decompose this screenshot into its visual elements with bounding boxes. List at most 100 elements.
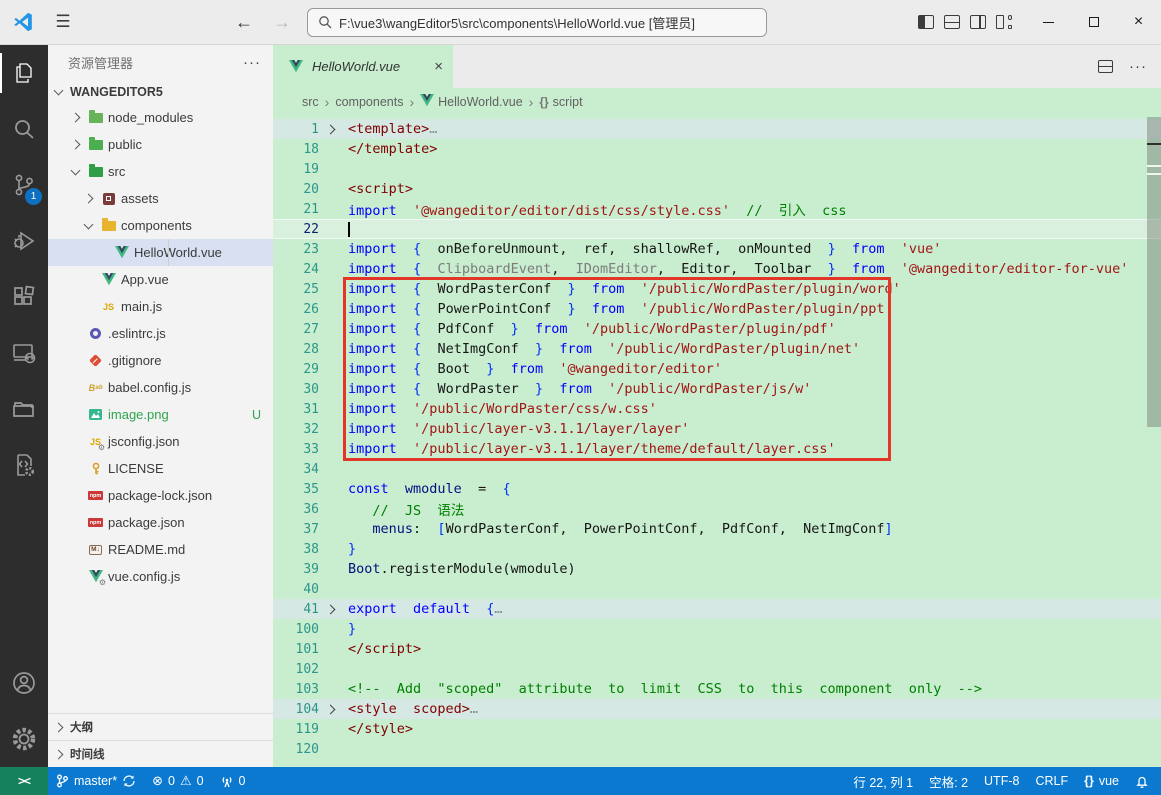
tree-item-jsconfig-json[interactable]: JS⚙jsconfig.json <box>48 428 273 455</box>
ports-item[interactable]: 0 <box>212 767 254 795</box>
section-大纲[interactable]: 大纲 <box>48 713 273 740</box>
code-line-29[interactable]: 29import { Boot } from '@wangeditor/edit… <box>273 359 1161 379</box>
code-line-24[interactable]: 24import { ClipboardEvent, IDomEditor, E… <box>273 259 1161 279</box>
code-line-32[interactable]: 32import '/public/layer-v3.1.1/layer/lay… <box>273 419 1161 439</box>
tree-item-image-png[interactable]: image.pngU <box>48 401 273 428</box>
code-line-37[interactable]: 37 menus: [WordPasterConf, PowerPointCon… <box>273 519 1161 539</box>
breadcrumb[interactable]: src›components›HelloWorld.vue›{}script <box>273 88 1161 115</box>
code-line-35[interactable]: 35const wmodule = { <box>273 479 1161 499</box>
code-line-1[interactable]: 1<template>… <box>273 119 1161 139</box>
code-line-30[interactable]: 30import { WordPaster } from '/public/Wo… <box>273 379 1161 399</box>
minimize-button[interactable] <box>1026 0 1071 44</box>
code-line-22[interactable]: 22 <box>273 219 1161 239</box>
code-line-36[interactable]: 36 // JS 语法 <box>273 499 1161 519</box>
eol-item[interactable]: CRLF <box>1027 774 1076 788</box>
code-line-21[interactable]: 21import '@wangeditor/editor/dist/css/st… <box>273 199 1161 219</box>
code-line-20[interactable]: 20<script> <box>273 179 1161 199</box>
code-line-120[interactable]: 120 <box>273 739 1161 759</box>
sidebar-more-icon[interactable]: ··· <box>243 54 261 71</box>
tree-item-vue-config-js[interactable]: ⚙vue.config.js <box>48 563 273 590</box>
code-line-39[interactable]: 39Boot.registerModule(wmodule) <box>273 559 1161 579</box>
activitybar-project-folders-icon[interactable] <box>0 381 48 437</box>
remote-indicator[interactable]: >< <box>0 767 48 795</box>
code-line-27[interactable]: 27import { PdfConf } from '/public/WordP… <box>273 319 1161 339</box>
code-line-28[interactable]: 28import { NetImgConf } from '/public/Wo… <box>273 339 1161 359</box>
activitybar-search-icon[interactable] <box>0 101 48 157</box>
activitybar-source-control-icon[interactable]: 1 <box>0 157 48 213</box>
code-line-100[interactable]: 100} <box>273 619 1161 639</box>
editor-more-actions-icon[interactable]: ··· <box>1129 58 1147 75</box>
fold-chevron-icon[interactable] <box>325 704 335 714</box>
tree-item--eslintrc-js[interactable]: .eslintrc.js <box>48 320 273 347</box>
tree-item-helloworld-vue[interactable]: HelloWorld.vue <box>48 239 273 266</box>
encoding-item[interactable]: UTF-8 <box>976 774 1027 788</box>
tree-item-license[interactable]: LICENSE <box>48 455 273 482</box>
code-line-104[interactable]: 104<style scoped>… <box>273 699 1161 719</box>
code-line-18[interactable]: 18</template> <box>273 139 1161 159</box>
menu-icon[interactable]: ☰ <box>46 12 80 32</box>
code-line-38[interactable]: 38} <box>273 539 1161 559</box>
git-branch-item[interactable]: master* <box>48 767 144 795</box>
activitybar-extensions-icon[interactable] <box>0 269 48 325</box>
code-line-31[interactable]: 31import '/public/WordPaster/css/w.css' <box>273 399 1161 419</box>
problems-item[interactable]: ⊗ 0 ⚠ 0 <box>144 767 211 795</box>
breadcrumb-components[interactable]: components <box>335 95 403 109</box>
notifications-item[interactable] <box>1127 774 1161 788</box>
code-line-103[interactable]: 103<!-- Add "scoped" attribute to limit … <box>273 679 1161 699</box>
tab-close-icon[interactable]: × <box>434 58 443 75</box>
code-line-102[interactable]: 102 <box>273 659 1161 679</box>
toggle-sidebar-icon[interactable] <box>918 15 934 29</box>
activitybar-explorer-icon[interactable] <box>0 45 48 101</box>
breadcrumb-script[interactable]: {}script <box>539 95 582 109</box>
tree-item-app-vue[interactable]: App.vue <box>48 266 273 293</box>
code-line-19[interactable]: 19 <box>273 159 1161 179</box>
code-line-23[interactable]: 23import { onBeforeUnmount, ref, shallow… <box>273 239 1161 259</box>
tree-item-public[interactable]: public <box>48 131 273 158</box>
toggle-secondary-sidebar-icon[interactable] <box>970 15 986 29</box>
fold-chevron-icon[interactable] <box>325 124 335 134</box>
tree-item-components[interactable]: components <box>48 212 273 239</box>
code-editor[interactable]: 1<template>…18</template>1920<script>21i… <box>273 115 1161 767</box>
code-line-33[interactable]: 33import '/public/layer-v3.1.1/layer/the… <box>273 439 1161 459</box>
code-line-40[interactable]: 40 <box>273 579 1161 599</box>
fold-chevron-icon[interactable] <box>325 604 335 614</box>
activitybar-code-settings-icon[interactable] <box>0 437 48 493</box>
breadcrumb-helloworld-vue[interactable]: HelloWorld.vue <box>420 94 523 110</box>
indentation-item[interactable]: 空格: 2 <box>921 772 976 791</box>
tree-item--gitignore[interactable]: .gitignore <box>48 347 273 374</box>
tree-item-src[interactable]: src <box>48 158 273 185</box>
code-line-101[interactable]: 101</script> <box>273 639 1161 659</box>
split-editor-icon[interactable] <box>1098 60 1113 73</box>
tree-item-node-modules[interactable]: node_modules <box>48 104 273 131</box>
activitybar-settings-icon[interactable] <box>0 711 48 767</box>
command-center-searchbox[interactable]: F:\vue3\wangEditor5\src\components\Hello… <box>307 8 767 37</box>
tab-helloworld-vue[interactable]: HelloWorld.vue × <box>273 45 453 88</box>
vertical-scrollbar[interactable] <box>1147 115 1161 767</box>
cursor-position-item[interactable]: 行 22, 列 1 <box>845 772 921 791</box>
tree-item-package-json[interactable]: npmpackage.json <box>48 509 273 536</box>
toggle-panel-icon[interactable] <box>944 15 960 29</box>
code-line-41[interactable]: 41export default {… <box>273 599 1161 619</box>
scrollbar-slider[interactable] <box>1147 117 1161 427</box>
section-时间线[interactable]: 时间线 <box>48 740 273 767</box>
customize-layout-icon[interactable] <box>996 15 1012 29</box>
tree-item-package-lock-json[interactable]: npmpackage-lock.json <box>48 482 273 509</box>
breadcrumb-src[interactable]: src <box>302 95 319 109</box>
tree-item-readme-md[interactable]: M↓README.md <box>48 536 273 563</box>
tree-item-main-js[interactable]: JSmain.js <box>48 293 273 320</box>
tree-root-wangeditor5[interactable]: WANGEDITOR5 <box>48 80 273 104</box>
tree-item-babel-config-js[interactable]: Bᵃᵇbabel.config.js <box>48 374 273 401</box>
language-mode-item[interactable]: {} vue <box>1076 774 1127 788</box>
activitybar-remote-explorer-icon[interactable] <box>0 325 48 381</box>
tree-item-assets[interactable]: assets <box>48 185 273 212</box>
close-button[interactable]: × <box>1116 0 1161 44</box>
back-arrow-icon[interactable]: ← <box>225 12 263 33</box>
activitybar-run-debug-icon[interactable] <box>0 213 48 269</box>
code-line-34[interactable]: 34 <box>273 459 1161 479</box>
code-line-25[interactable]: 25import { WordPasterConf } from '/publi… <box>273 279 1161 299</box>
maximize-button[interactable] <box>1071 0 1116 44</box>
code-line-26[interactable]: 26import { PowerPointConf } from '/publi… <box>273 299 1161 319</box>
eslint-icon <box>87 326 104 342</box>
activitybar-accounts-icon[interactable] <box>0 655 48 711</box>
code-line-119[interactable]: 119</style> <box>273 719 1161 739</box>
